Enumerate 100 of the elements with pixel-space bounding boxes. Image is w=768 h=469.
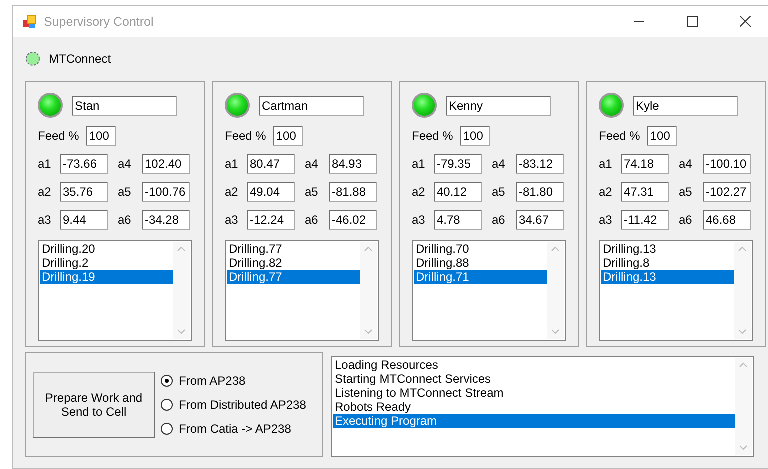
- scroll-up-icon[interactable]: [739, 362, 748, 368]
- axis-label: a5: [492, 185, 506, 199]
- axis-field[interactable]: -83.12: [516, 154, 564, 174]
- axis-field[interactable]: -46.02: [329, 210, 377, 230]
- maximize-icon[interactable]: [686, 16, 698, 27]
- log-list[interactable]: Loading Resources Starting MTConnect Services Listening to MTConnect Stream Robots Ready Executing Program: [331, 356, 754, 457]
- log-item[interactable]: Loading Resources: [333, 358, 735, 372]
- axis-label: a5: [679, 185, 694, 199]
- axis-label: a2: [412, 185, 426, 199]
- program-item[interactable]: Drilling.19: [40, 270, 173, 284]
- axis-field[interactable]: -100.76: [142, 182, 190, 202]
- program-item[interactable]: Drilling.82: [227, 256, 360, 270]
- feed-label: Feed %: [412, 129, 454, 143]
- axis-field[interactable]: -102.27: [703, 182, 751, 202]
- axis-label: a4: [305, 157, 320, 171]
- axis-label: a3: [412, 213, 426, 227]
- axis-label: a3: [38, 213, 52, 227]
- scroll-down-icon[interactable]: [177, 329, 186, 335]
- scroll-down-icon[interactable]: [739, 445, 748, 451]
- axis-label: a1: [38, 157, 52, 171]
- program-item[interactable]: Drilling.13: [601, 242, 734, 256]
- axis-label: a2: [599, 185, 614, 199]
- program-list[interactable]: Drilling.13 Drilling.8 Drilling.13: [599, 240, 753, 341]
- prepare-button[interactable]: Prepare Work and Send to Cell: [33, 372, 155, 438]
- scroll-up-icon[interactable]: [177, 246, 186, 252]
- axis-field[interactable]: 84.93: [329, 154, 377, 174]
- radio-button[interactable]: [161, 398, 173, 410]
- axis-field[interactable]: 4.78: [434, 210, 482, 230]
- axis-field[interactable]: -81.88: [329, 182, 377, 202]
- axis-field[interactable]: -79.35: [434, 154, 482, 174]
- scroll-down-icon[interactable]: [551, 329, 560, 335]
- window-title: Supervisory Control: [44, 14, 155, 28]
- log-item[interactable]: Listening to MTConnect Stream: [333, 386, 735, 400]
- axis-label: a4: [679, 157, 694, 171]
- radio-label[interactable]: From Distributed AP238: [179, 398, 306, 412]
- program-item[interactable]: Drilling.77: [227, 242, 360, 256]
- radio-button[interactable]: [161, 374, 173, 386]
- log-item[interactable]: Starting MTConnect Services: [333, 372, 735, 386]
- status-icon: [25, 51, 41, 67]
- program-list[interactable]: Drilling.77 Drilling.82 Drilling.77: [225, 240, 379, 341]
- axis-label: a6: [679, 213, 694, 227]
- axis-label: a6: [305, 213, 320, 227]
- axis-label: a1: [599, 157, 614, 171]
- scroll-up-icon[interactable]: [738, 246, 747, 252]
- app-icon: [23, 14, 37, 28]
- axis-field[interactable]: 49.04: [247, 182, 295, 202]
- axis-field[interactable]: -73.66: [60, 154, 108, 174]
- program-item[interactable]: Drilling.88: [414, 256, 547, 270]
- program-list[interactable]: Drilling.20 Drilling.2 Drilling.19: [38, 240, 192, 341]
- axis-field[interactable]: 34.67: [516, 210, 564, 230]
- feed-label: Feed %: [225, 129, 266, 143]
- radio-button[interactable]: [161, 422, 173, 434]
- program-item[interactable]: Drilling.77: [227, 270, 360, 284]
- program-item[interactable]: Drilling.20: [40, 242, 173, 256]
- axis-label: a6: [492, 213, 506, 227]
- feed-field[interactable]: 100: [86, 126, 116, 146]
- program-item[interactable]: Drilling.2: [40, 256, 173, 270]
- axis-field[interactable]: -12.24: [247, 210, 295, 230]
- program-item[interactable]: Drilling.13: [601, 270, 734, 284]
- axis-field[interactable]: -100.10: [703, 154, 751, 174]
- feed-field[interactable]: 100: [460, 126, 490, 146]
- name-field[interactable]: Stan: [72, 96, 177, 116]
- axis-field[interactable]: 9.44: [60, 210, 108, 230]
- name-field[interactable]: Kenny: [446, 96, 551, 116]
- axis-label: a4: [118, 157, 132, 171]
- scroll-up-icon[interactable]: [551, 246, 560, 252]
- program-item[interactable]: Drilling.8: [601, 256, 734, 270]
- name-field[interactable]: Cartman: [259, 96, 364, 116]
- axis-field[interactable]: 80.47: [247, 154, 295, 174]
- axis-field[interactable]: 40.12: [434, 182, 482, 202]
- axis-label: a3: [599, 213, 614, 227]
- axis-label: a1: [225, 157, 240, 171]
- log-item[interactable]: Robots Ready: [333, 400, 735, 414]
- axis-field[interactable]: -11.42: [621, 210, 669, 230]
- axis-field[interactable]: -81.80: [516, 182, 564, 202]
- axis-field[interactable]: 102.40: [142, 154, 190, 174]
- axis-label: a2: [225, 185, 240, 199]
- program-item[interactable]: Drilling.70: [414, 242, 547, 256]
- feed-field[interactable]: 100: [273, 126, 304, 146]
- axis-label: a5: [305, 185, 320, 199]
- axis-field[interactable]: 47.31: [621, 182, 669, 202]
- axis-label: a3: [225, 213, 240, 227]
- log-item[interactable]: Executing Program: [333, 414, 735, 428]
- axis-label: a5: [118, 185, 132, 199]
- program-item[interactable]: Drilling.71: [414, 270, 547, 284]
- axis-label: a1: [412, 157, 426, 171]
- axis-field[interactable]: 35.76: [60, 182, 108, 202]
- name-field[interactable]: Kyle: [633, 96, 738, 116]
- axis-field[interactable]: 74.18: [621, 154, 669, 174]
- axis-field[interactable]: -34.28: [142, 210, 190, 230]
- radio-label[interactable]: From AP238: [179, 374, 246, 388]
- feed-field[interactable]: 100: [647, 126, 678, 146]
- close-icon[interactable]: [740, 16, 750, 27]
- program-list[interactable]: Drilling.70 Drilling.88 Drilling.71: [412, 240, 566, 341]
- scroll-up-icon[interactable]: [364, 246, 373, 252]
- scroll-down-icon[interactable]: [364, 329, 373, 335]
- axis-field[interactable]: 46.68: [703, 210, 751, 230]
- axis-label: a2: [38, 185, 52, 199]
- radio-label[interactable]: From Catia -> AP238: [179, 422, 292, 436]
- scroll-down-icon[interactable]: [738, 329, 747, 335]
